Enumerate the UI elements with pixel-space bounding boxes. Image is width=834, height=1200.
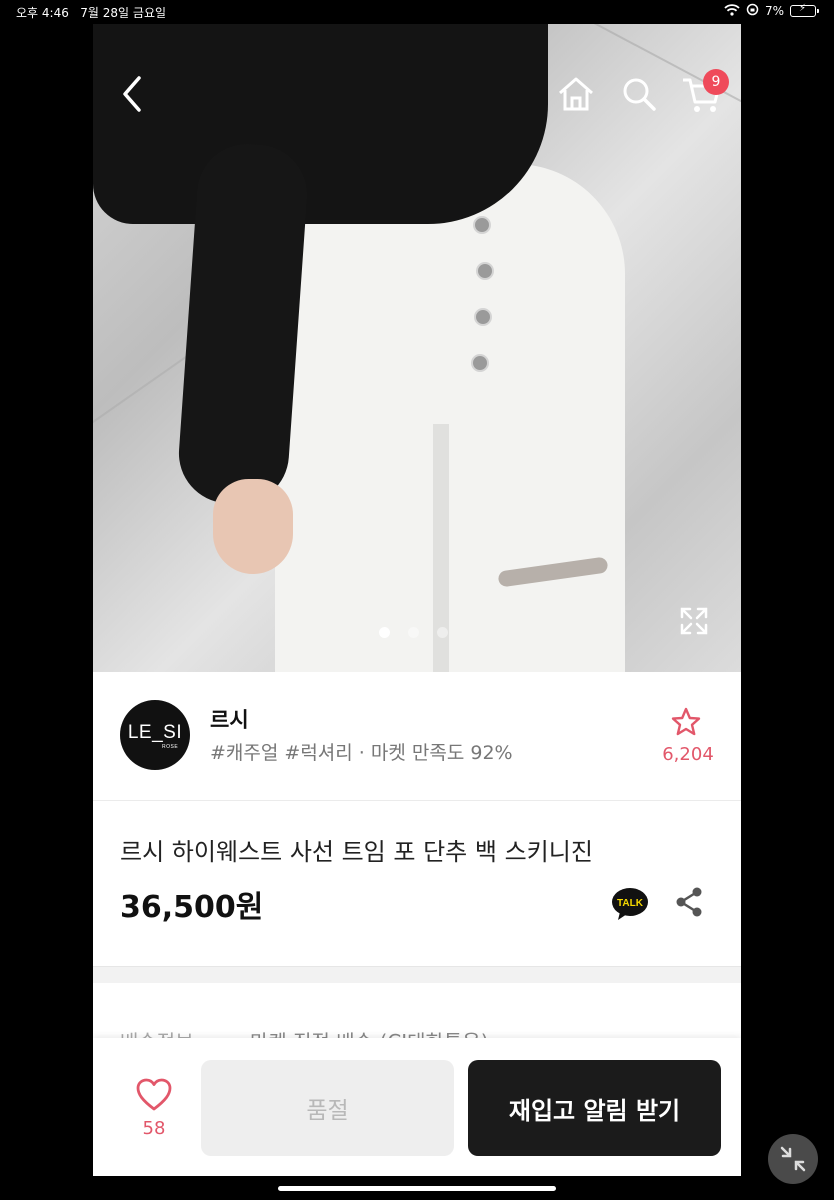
shop-row[interactable]: LE_SI ROSE 르시 #캐주얼 #럭셔리 · 마켓 만족도 92% 6,2…: [93, 672, 741, 801]
restock-alert-button[interactable]: 재입고 알림 받기: [468, 1060, 721, 1156]
fullscreen-button[interactable]: [679, 606, 709, 636]
jeans-button: [474, 308, 492, 326]
shop-logo[interactable]: LE_SI ROSE: [120, 700, 190, 770]
shop-logo-text: LE_SI: [127, 722, 183, 743]
heart-icon: [136, 1078, 172, 1111]
favorite-shop-button[interactable]: [670, 706, 702, 738]
status-bar: 오후 4:46 7월 28일 금요일 7% ⚡: [0, 0, 834, 24]
battery-icon: ⚡: [790, 3, 819, 17]
kakao-talk-button[interactable]: TALK: [610, 886, 650, 922]
home-icon: [559, 77, 593, 111]
shop-logo-subtext: ROSE: [162, 744, 179, 750]
status-time-date: 오후 4:46 7월 28일 금요일: [16, 4, 166, 21]
carousel-dot[interactable]: [437, 627, 448, 638]
collapse-arrows-icon: [780, 1146, 806, 1172]
chevron-left-icon: [123, 76, 141, 112]
carousel-dot[interactable]: [408, 627, 419, 638]
star-icon: [671, 707, 701, 736]
product-title: 르시 하이웨스트 사선 트임 포 단추 백 스키니진: [120, 838, 593, 866]
talk-chat-icon: TALK: [612, 888, 648, 920]
share-icon: [676, 887, 702, 917]
jeans-button: [471, 354, 489, 372]
white-jeans-figure: [275, 164, 625, 672]
carousel-indicator: [379, 627, 448, 638]
status-date: 7월 28일 금요일: [80, 6, 167, 20]
carousel-dot-active[interactable]: [379, 627, 390, 638]
search-icon: [623, 78, 656, 111]
jeans-button: [473, 216, 491, 234]
black-sweater-figure: [93, 24, 548, 224]
back-button[interactable]: [117, 74, 147, 114]
section-divider: [93, 966, 741, 983]
shop-tags: #캐주얼 #럭셔리 · 마켓 만족도 92%: [210, 742, 513, 764]
jeans-button: [476, 262, 494, 280]
expand-icon: [680, 607, 708, 635]
share-button[interactable]: [674, 886, 704, 918]
bottom-action-bar: 58 품절 재입고 알림 받기: [93, 1038, 741, 1176]
favorite-count: 6,204: [662, 744, 714, 765]
hand-figure: [213, 479, 293, 574]
like-count: 58: [142, 1118, 166, 1139]
soldout-button[interactable]: 품절: [201, 1060, 454, 1156]
home-indicator[interactable]: [278, 1186, 556, 1191]
product-price: 36,500원: [120, 890, 264, 925]
shrink-window-button[interactable]: [768, 1134, 818, 1184]
svg-text:TALK: TALK: [617, 898, 644, 909]
battery-percent: 7%: [764, 4, 784, 18]
cart-count-badge: 9: [703, 69, 729, 95]
status-time: 오후 4:46: [16, 6, 69, 20]
search-button[interactable]: [621, 76, 657, 112]
app-window: 9 LE_SI ROSE 르시 #캐주얼 #럭셔리 · 마켓 만족도 92% 6…: [93, 24, 741, 1176]
wifi-icon: [724, 3, 740, 19]
like-button[interactable]: [136, 1078, 172, 1112]
orientation-lock-icon: [746, 3, 759, 19]
shop-name[interactable]: 르시: [210, 704, 249, 734]
home-button[interactable]: [557, 76, 595, 112]
product-image-carousel[interactable]: 9: [93, 24, 741, 672]
status-right: 7% ⚡: [724, 3, 819, 19]
